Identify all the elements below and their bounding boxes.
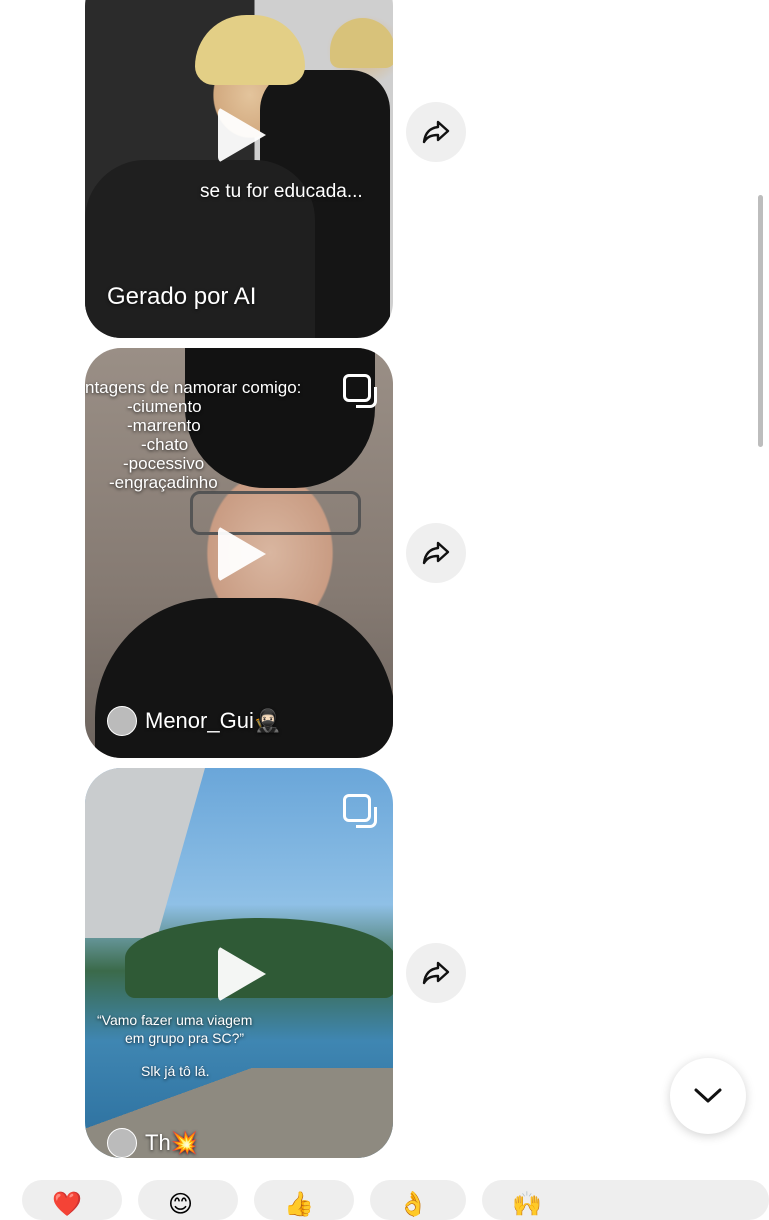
video-card-3[interactable]: “Vamo fazer uma viagem em grupo pra SC?”… [85, 768, 393, 1158]
reaction-thumbs-up[interactable]: 👍 [254, 1180, 354, 1220]
overlay-text: se tu for educada... [200, 181, 363, 202]
photo-shape [195, 15, 305, 85]
scroll-down-button[interactable] [670, 1058, 746, 1134]
reaction-bar: ❤️ 😊 👍 👌 🙌 [0, 1180, 769, 1220]
reaction-heart[interactable]: ❤️ [22, 1180, 122, 1220]
reaction-more[interactable]: 🙌 [482, 1180, 769, 1220]
ai-generated-label: Gerado por AI [107, 283, 257, 310]
video-card-2[interactable]: ntagens de namorar comigo: -ciumento -ma… [85, 348, 393, 758]
overlay-line: -pocessivo [123, 454, 205, 473]
reaction-smile[interactable]: 😊 [138, 1180, 238, 1220]
play-icon[interactable] [218, 107, 266, 163]
video-card-1[interactable]: se tu for educada... Gerado por AI [85, 0, 393, 338]
multiple-clips-icon [343, 374, 377, 408]
photo-shape [95, 598, 393, 758]
play-icon[interactable] [218, 946, 266, 1002]
play-icon[interactable] [218, 526, 266, 582]
overlay-line: ntagens de namorar comigo: [85, 378, 302, 397]
overlay-line: -marrento [127, 416, 201, 435]
overlay-line: “Vamo fazer uma viagem [97, 1012, 253, 1028]
share-button[interactable] [406, 102, 466, 162]
chevron-down-icon [694, 1088, 722, 1103]
share-button[interactable] [406, 523, 466, 583]
avatar[interactable] [107, 706, 137, 736]
avatar[interactable] [107, 1128, 137, 1158]
photo-shape [85, 768, 205, 938]
multiple-clips-icon [343, 794, 377, 828]
author-name[interactable]: Th💥 [145, 1130, 198, 1156]
overlay-line: Slk já tô lá. [141, 1063, 210, 1079]
scrollbar[interactable] [758, 195, 763, 447]
photo-shape [190, 491, 361, 535]
photo-shape [330, 18, 393, 68]
overlay-line: -ciumento [127, 397, 202, 416]
overlay-line: -engraçadinho [109, 473, 218, 492]
author-name[interactable]: Menor_Gui🥷🏻 [145, 708, 281, 734]
overlay-line: em grupo pra SC?” [125, 1030, 245, 1046]
share-icon [422, 541, 450, 565]
reaction-ok[interactable]: 👌 [370, 1180, 466, 1220]
overlay-line: -chato [141, 435, 189, 454]
photo-shape [185, 348, 375, 488]
share-icon [422, 120, 450, 144]
share-button[interactable] [406, 943, 466, 1003]
share-icon [422, 961, 450, 985]
